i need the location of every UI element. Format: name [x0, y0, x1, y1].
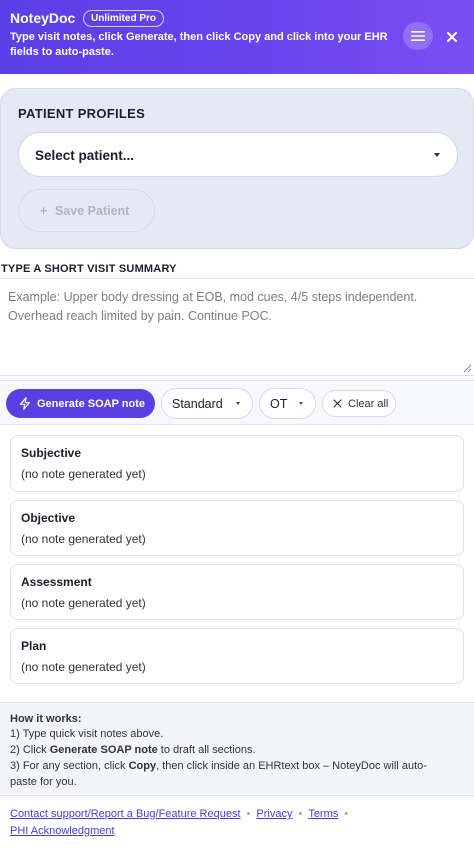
generate-soap-button[interactable]: Generate SOAP note	[6, 389, 155, 418]
contact-support-link[interactable]: Contact support/Report a Bug/Feature Req…	[10, 808, 241, 820]
note-style-select[interactable]: Standard	[161, 388, 253, 419]
separator: •	[298, 808, 303, 820]
visit-summary-input[interactable]	[0, 278, 474, 376]
header-instructions: Type visit notes, click Generate, then c…	[10, 31, 388, 58]
how-it-works-title: How it works:	[10, 713, 82, 725]
how-step-3-cont: paste for you.	[10, 776, 77, 788]
patient-profiles-card: PATIENT PROFILES Select patient... + Sav…	[0, 88, 474, 249]
summary-label: TYPE A SHORT VISIT SUMMARY	[1, 263, 177, 275]
separator: •	[344, 808, 349, 820]
section-title: Assessment	[21, 575, 92, 589]
close-button[interactable]	[442, 27, 462, 47]
resize-grip-icon[interactable]	[463, 364, 472, 373]
menu-button[interactable]	[403, 22, 433, 50]
phi-acknowledgment-link[interactable]: PHI Acknowledgment	[10, 825, 115, 837]
section-body: (no note generated yet)	[21, 532, 146, 546]
action-toolbar: Generate SOAP note Standard OT Clear all	[0, 380, 474, 425]
section-title: Subjective	[21, 446, 82, 460]
footer-links: Contact support/Report a Bug/Feature Req…	[10, 806, 470, 840]
section-body: (no note generated yet)	[21, 596, 146, 610]
plan-badge: Unlimited Pro	[83, 10, 165, 27]
close-icon	[333, 399, 342, 408]
how-step-2: 2) Click Generate SOAP note to draft all…	[10, 744, 256, 756]
discipline-value: OT	[270, 397, 288, 411]
save-patient-label: Save Patient	[55, 204, 130, 218]
note-style-value: Standard	[172, 397, 223, 411]
discipline-select[interactable]: OT	[259, 388, 316, 419]
save-patient-button[interactable]: + Save Patient	[18, 189, 155, 232]
close-icon	[447, 32, 457, 42]
chevron-down-icon	[236, 402, 240, 405]
how-step-3: 3) For any section, click Copy, then cli…	[10, 760, 427, 772]
hamburger-icon	[411, 31, 425, 41]
section-subjective: Subjective (no note generated yet)	[10, 435, 464, 492]
patient-profiles-title: PATIENT PROFILES	[18, 106, 146, 121]
section-title: Plan	[21, 639, 47, 653]
patient-select-value: Select patient...	[35, 148, 135, 163]
section-plan: Plan (no note generated yet)	[10, 628, 464, 684]
section-title: Objective	[21, 511, 76, 525]
section-body: (no note generated yet)	[21, 660, 146, 674]
app-header: NoteyDoc Unlimited Pro Type visit notes,…	[0, 0, 474, 74]
terms-link[interactable]: Terms	[308, 808, 338, 820]
plus-icon: +	[40, 204, 48, 218]
brand-name: NoteyDoc	[10, 10, 76, 26]
privacy-link[interactable]: Privacy	[256, 808, 292, 820]
generate-soap-label: Generate SOAP note	[37, 398, 145, 410]
clear-all-label: Clear all	[348, 398, 389, 410]
patient-select[interactable]: Select patient...	[18, 132, 458, 177]
clear-all-button[interactable]: Clear all	[322, 390, 396, 417]
chevron-down-icon	[299, 402, 303, 405]
section-body: (no note generated yet)	[21, 467, 146, 481]
chevron-down-icon	[434, 153, 440, 157]
lightning-icon	[19, 397, 30, 410]
section-assessment: Assessment (no note generated yet)	[10, 564, 464, 620]
how-it-works-panel: How it works: 1) Type quick visit notes …	[0, 702, 474, 796]
section-objective: Objective (no note generated yet)	[10, 500, 464, 556]
separator: •	[246, 808, 251, 820]
how-step-1: 1) Type quick visit notes above.	[10, 728, 164, 740]
